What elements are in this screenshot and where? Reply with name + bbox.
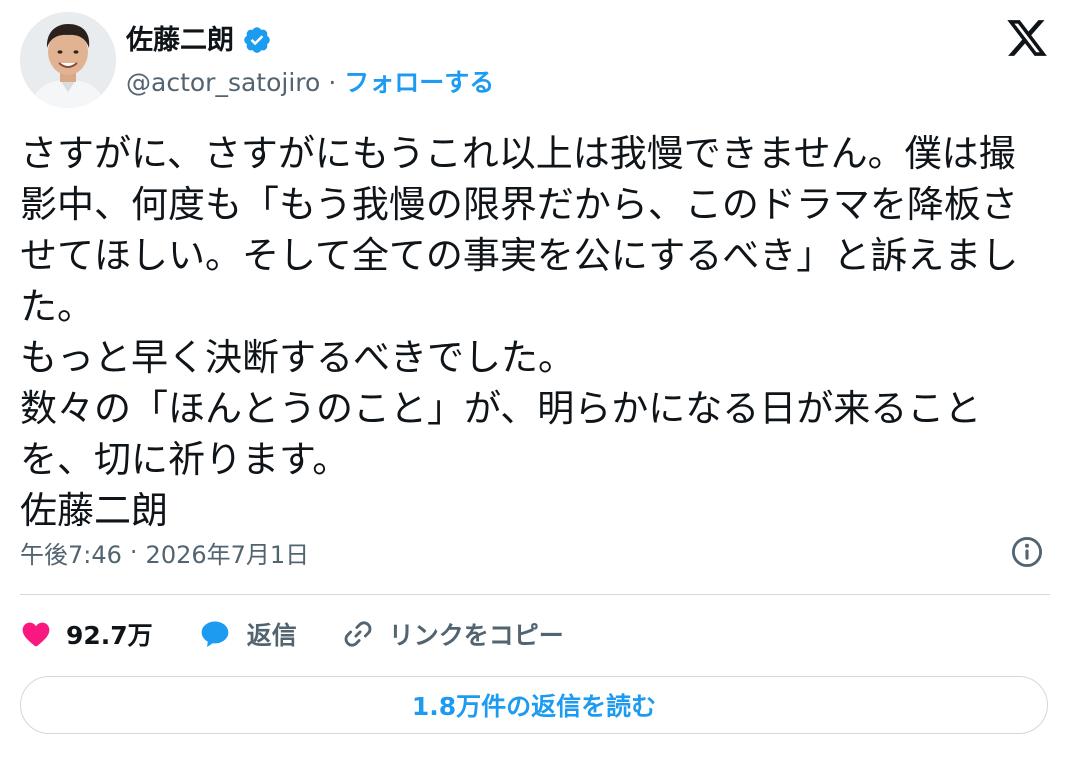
action-bar: 92.7万 返信 リンクをコピー xyxy=(20,608,608,660)
tweet-date[interactable]: 2026年7月1日 xyxy=(146,535,310,570)
link-icon xyxy=(344,621,372,647)
copy-link-button[interactable]: リンクをコピー xyxy=(341,616,564,652)
follow-button[interactable]: フォローする xyxy=(344,70,494,95)
author-name-row: 佐藤二朗 xyxy=(126,18,272,62)
verified-badge-icon xyxy=(244,27,270,53)
read-replies-label: 1.8万件の返信を読む xyxy=(411,692,657,721)
author-handle-row: @actor_satojiro · フォローする xyxy=(126,62,494,102)
avatar[interactable] xyxy=(20,12,116,108)
read-replies-button[interactable]: 1.8万件の返信を読む xyxy=(20,676,1048,734)
author-handle[interactable]: @actor_satojiro xyxy=(126,70,320,95)
heart-icon xyxy=(22,622,50,647)
reply-label: 返信 xyxy=(246,621,297,650)
reply-button[interactable]: 返信 xyxy=(197,616,297,652)
x-logo-icon[interactable] xyxy=(1004,16,1050,60)
info-icon[interactable] xyxy=(1010,535,1044,569)
like-button[interactable]: 92.7万 xyxy=(20,616,153,652)
copy-link-label: リンクをコピー xyxy=(388,621,564,650)
handle-separator: · xyxy=(328,67,337,97)
tweet-text: さすがに、さすがにもうこれ以上は我慢できません。僕は撮影中、何度も「もう我慢の限… xyxy=(20,132,1019,532)
timestamp-separator: · xyxy=(129,538,138,566)
divider xyxy=(20,594,1050,595)
tweet-embed-card: 佐藤二朗 @actor_satojiro · フォローする さすがに、さすがにも… xyxy=(0,0,1070,764)
like-count: 92.7万 xyxy=(66,621,153,650)
person-avatar-icon xyxy=(20,12,116,108)
author-display-name[interactable]: 佐藤二朗 xyxy=(126,27,234,54)
tweet-time[interactable]: 午後7:46 xyxy=(20,535,122,570)
speech-bubble-icon xyxy=(201,621,229,648)
tweet-timestamp[interactable]: 午後7:46 · 2026年7月1日 xyxy=(20,532,309,572)
